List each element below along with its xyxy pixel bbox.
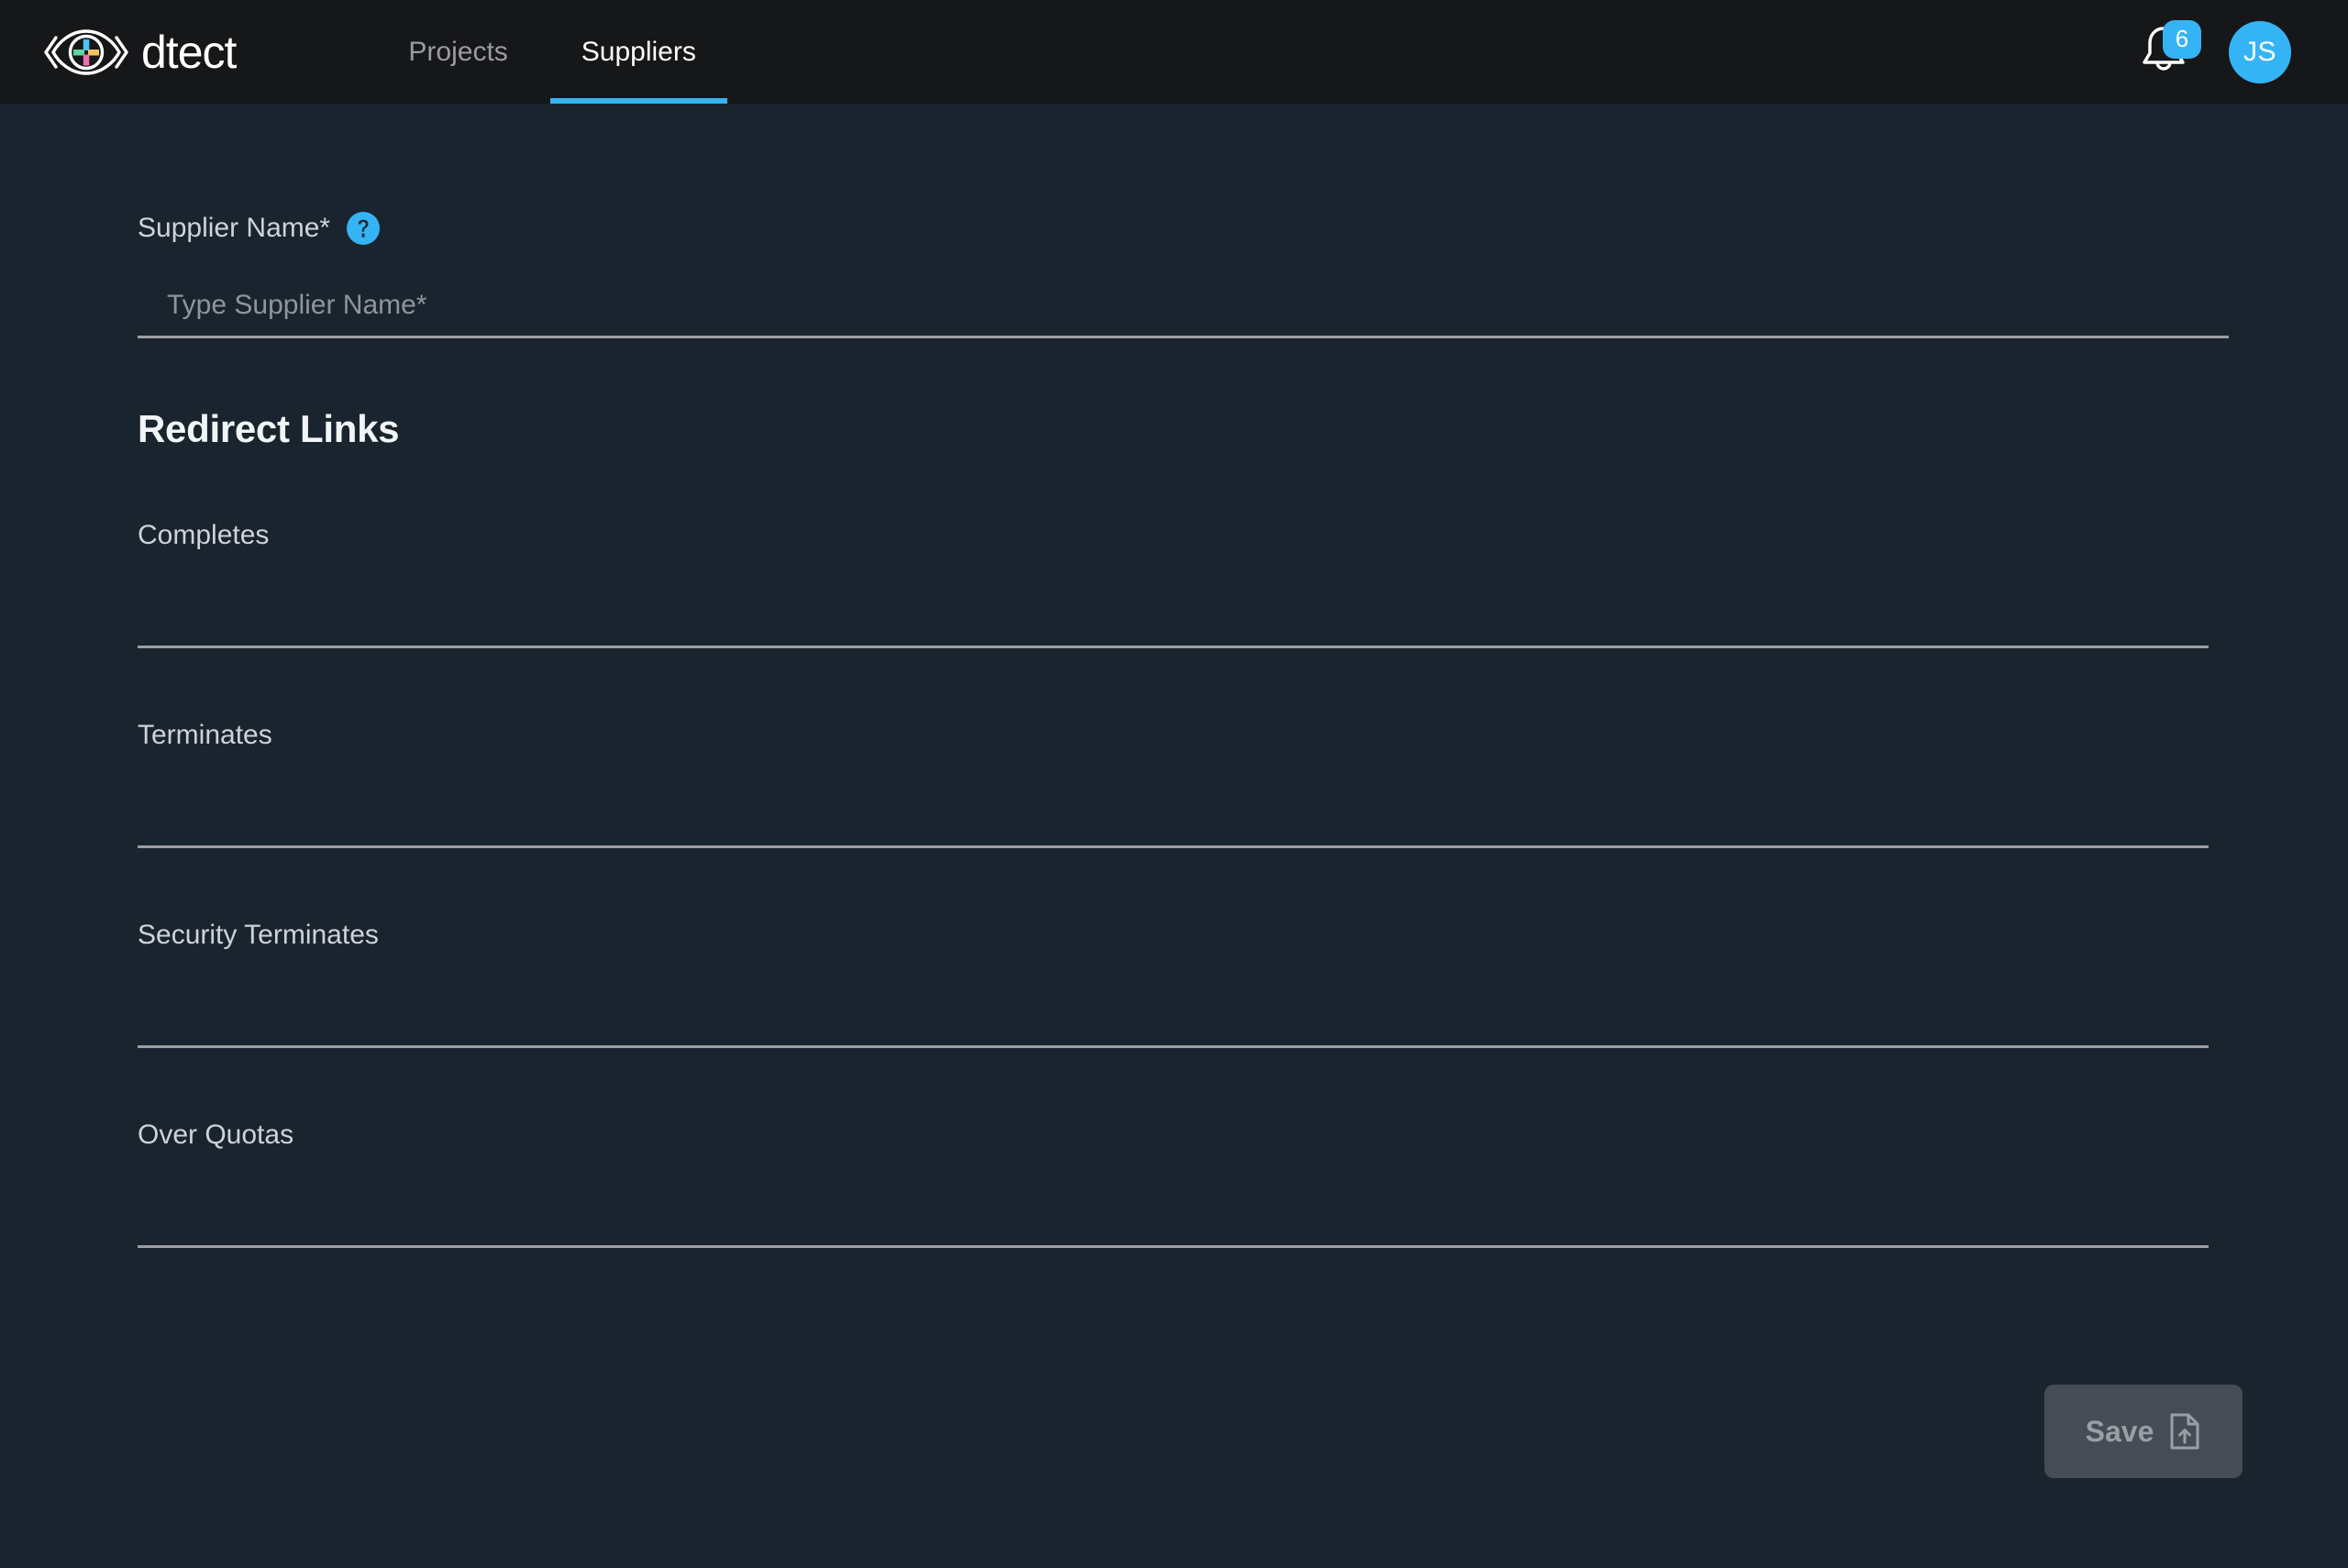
supplier-name-field-group: Supplier Name* [138,212,2229,338]
nav-tab-suppliers[interactable]: Suppliers [545,0,733,104]
avatar[interactable]: JS [2229,20,2291,83]
form-content: Supplier Name* Redirect Links Completes … [0,104,2348,1248]
terminates-input[interactable] [138,769,2209,848]
nav-tab-projects[interactable]: Projects [371,0,544,104]
brand-wordmark: dtect [141,26,237,78]
redirect-field-over-quotas: Over Quotas [138,1121,2229,1248]
brand-logo[interactable]: dtect [44,26,237,79]
redirect-field-completes: Completes [138,522,2229,648]
main-nav: Projects Suppliers [371,0,732,104]
redirect-links-heading: Redirect Links [138,407,400,450]
security-terminates-input[interactable] [138,969,2209,1048]
header-actions: 6 JS [2135,0,2291,104]
nav-tab-projects-label: Projects [408,36,508,67]
redirect-field-terminates: Terminates [138,722,2229,848]
save-button-label: Save [2085,1414,2154,1448]
save-button[interactable]: Save [2044,1385,2243,1478]
supplier-name-label: Supplier Name* [138,213,331,243]
over-quotas-label: Over Quotas [138,1120,294,1150]
file-upload-icon [2168,1412,2201,1451]
help-circle-icon[interactable] [347,212,381,245]
supplier-name-input[interactable] [138,283,2229,338]
eye-plus-logo-icon [44,26,128,79]
top-header-bar: dtect Projects Suppliers 6 JS [0,0,2348,104]
avatar-initials: JS [2243,36,2276,67]
over-quotas-input[interactable] [138,1169,2209,1248]
supplier-form-page: Supplier Name* Redirect Links Completes … [0,104,2348,1568]
nav-tab-suppliers-label: Suppliers [581,36,696,67]
supplier-name-label-row: Supplier Name* [138,212,2229,245]
redirect-field-security-terminates: Security Terminates [138,922,2229,1048]
terminates-label: Terminates [138,720,272,750]
notifications-button[interactable]: 6 [2135,19,2201,81]
completes-input[interactable] [138,569,2209,648]
completes-label: Completes [138,520,270,550]
notification-badge: 6 [2163,19,2201,59]
security-terminates-label: Security Terminates [138,920,379,950]
